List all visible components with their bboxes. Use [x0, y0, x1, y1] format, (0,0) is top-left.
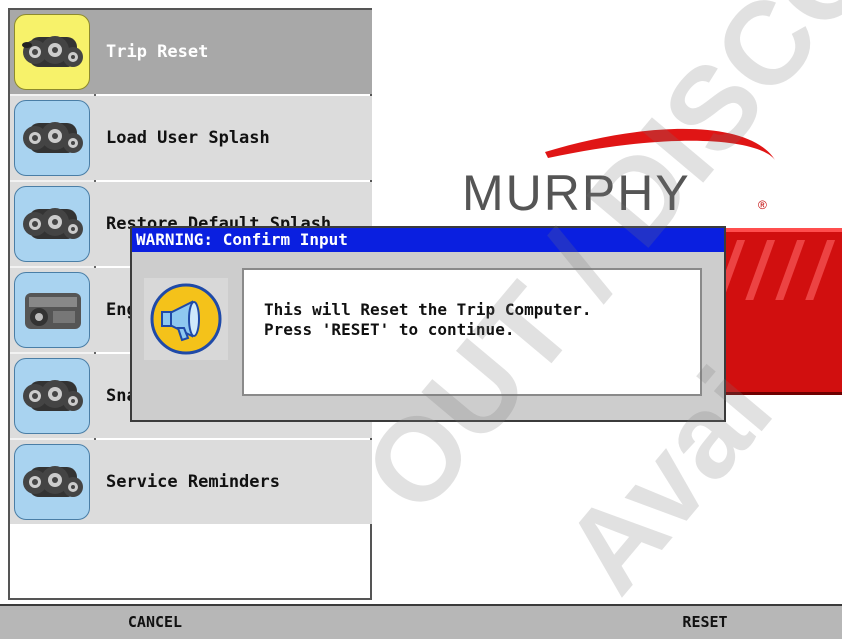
dialog-message: This will Reset the Trip Computer. Press…	[264, 300, 592, 339]
engine-block-icon	[14, 358, 90, 434]
logo-text: MURPHY	[462, 165, 691, 221]
engine-block-icon	[14, 14, 90, 90]
menu-item-trip-reset[interactable]: Trip Reset	[10, 10, 372, 94]
reset-button[interactable]: RESET	[600, 606, 810, 639]
logo-registered-mark: ®	[758, 198, 767, 212]
dialog-message-box: This will Reset the Trip Computer. Press…	[242, 268, 702, 396]
dialog-icon-box	[144, 278, 228, 360]
confirm-dialog: WARNING: Confirm Input This will Reset t…	[130, 226, 726, 422]
menu-item-label: Load User Splash	[106, 128, 270, 148]
menu-item-load-user-splash[interactable]: Load User Splash	[10, 96, 372, 180]
murphy-logo: MURPHY ®	[430, 120, 842, 240]
engine-side-icon	[14, 272, 90, 348]
menu-item-label: Service Reminders	[106, 472, 280, 492]
menu-item-label: Trip Reset	[106, 42, 209, 62]
megaphone-icon	[150, 283, 222, 355]
dialog-title: WARNING: Confirm Input	[132, 228, 724, 252]
engine-block-icon	[14, 100, 90, 176]
engine-block-icon	[14, 186, 90, 262]
engine-block-icon	[14, 444, 90, 520]
menu-item-service-reminders[interactable]: Service Reminders	[10, 440, 372, 524]
softkey-bar: CANCEL RESET	[0, 604, 842, 639]
cancel-button[interactable]: CANCEL	[60, 606, 250, 639]
